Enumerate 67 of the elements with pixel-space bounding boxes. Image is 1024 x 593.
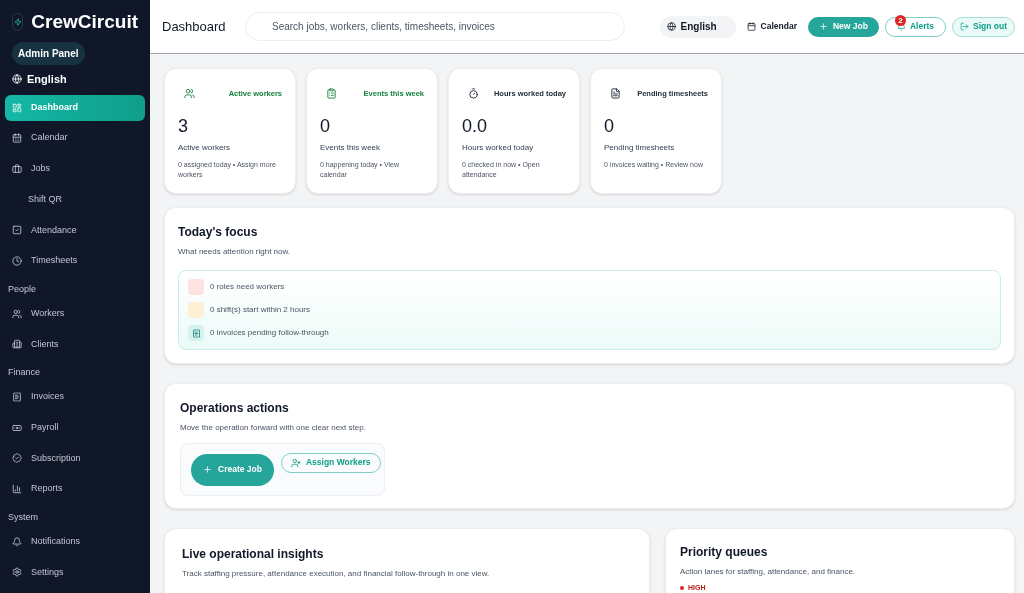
stat-label: Active workers — [178, 142, 231, 155]
globe-icon — [12, 74, 22, 85]
banknote-icon — [12, 422, 22, 433]
page-title: Dashboard — [162, 17, 227, 36]
sidebar-item[interactable]: Reports — [5, 476, 145, 503]
stat-value: 0 — [320, 117, 331, 136]
section-heading: Finance — [7, 366, 42, 380]
focus-item-text: 0 roles need workers — [210, 281, 285, 293]
plus-icon — [203, 465, 212, 474]
focus-item-text: 0 shift(s) start within 2 hours — [210, 304, 311, 316]
bell-icon — [12, 536, 22, 547]
calendar-list-icon — [326, 88, 337, 100]
language-selector[interactable]: English — [659, 15, 736, 38]
sidebar-item[interactable]: Timesheets — [5, 247, 145, 274]
stat-label: Pending timesheets — [604, 142, 676, 155]
section-subtitle: Action lanes for staffing, attendance, and finance. — [680, 566, 857, 578]
stopwatch-icon — [468, 88, 479, 100]
stat-value: 3 — [178, 117, 189, 136]
section-subtitle: Move the operation forward with one clear next step. — [180, 422, 367, 434]
badge-icon — [12, 453, 22, 464]
sidebar-item[interactable]: Workers — [5, 300, 145, 327]
sidebar-item[interactable]: Payroll — [5, 414, 145, 441]
section-title: Priority queues — [680, 544, 769, 561]
language-selector[interactable]: English — [5, 71, 145, 88]
gear-icon — [12, 567, 22, 578]
building-icon — [12, 339, 22, 350]
add-user-icon — [290, 457, 301, 468]
section-heading: People — [7, 282, 38, 296]
sidebar-item[interactable]: Shift QR — [5, 186, 145, 213]
plus-icon — [818, 22, 828, 31]
clipboard-icon — [610, 88, 621, 100]
alert-count-badge: 2 — [894, 15, 906, 26]
sidebar-item[interactable]: Calendar — [5, 125, 145, 152]
section-subtitle: What needs attention right now. — [178, 246, 292, 258]
briefcase-icon — [12, 163, 22, 174]
calendar-icon — [746, 22, 756, 31]
brand-name: CrewCircuit — [31, 12, 138, 31]
stat-value: 0.0 — [462, 117, 489, 136]
admin-panel-badge: Admin Panel — [12, 42, 85, 65]
section-heading: System — [7, 511, 39, 524]
sidebar-item[interactable]: Invoices — [5, 384, 145, 410]
people-icon — [184, 88, 195, 100]
section-title: Today's focus — [178, 224, 259, 241]
search-field[interactable]: Search jobs, workers, clients, timesheets, invoices — [245, 12, 625, 41]
sign-out-icon — [960, 22, 969, 31]
dashboard-icon — [12, 102, 22, 113]
sidebar-item[interactable]: Subscription — [5, 445, 145, 472]
globe-icon — [666, 22, 676, 31]
sidebar-item[interactable]: Jobs — [5, 155, 145, 182]
clock-icon — [12, 255, 22, 266]
section-subtitle: Track staffing pressure, attendance execution, and financial follow-through in one view. — [182, 568, 491, 580]
sidebar-item[interactable]: Settings — [5, 559, 145, 586]
stat-label: Hours worked today — [462, 142, 535, 155]
calendar-button[interactable]: Calendar — [741, 20, 802, 33]
sidebar-item[interactable]: Notifications — [5, 528, 145, 555]
receipt-icon — [12, 392, 22, 402]
chart-icon — [12, 484, 22, 495]
focus-item-text: 0 invoices pending follow-through — [210, 327, 329, 339]
stat-label: Events this week — [320, 142, 382, 155]
checklist-icon — [12, 225, 22, 236]
section-title: Live operational insights — [182, 546, 325, 563]
stat-value: 0 — [604, 117, 615, 136]
sidebar-item[interactable]: Attendance — [5, 217, 145, 244]
sidebar-item[interactable]: Clients — [5, 331, 145, 358]
people-icon — [12, 308, 22, 319]
section-title: Operations actions — [180, 400, 290, 417]
calendar-icon — [12, 133, 22, 144]
